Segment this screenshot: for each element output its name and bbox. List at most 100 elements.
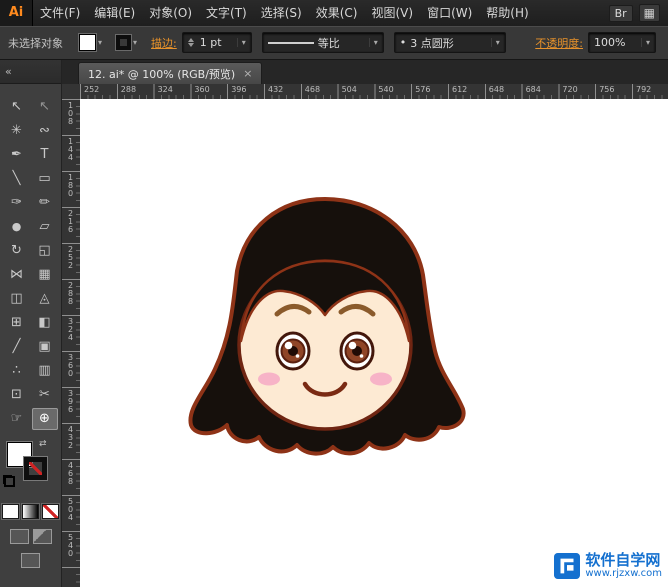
vruler-label: 288 (66, 281, 75, 305)
girl-right-eye[interactable] (341, 333, 373, 369)
horizontal-ruler[interactable]: 2522883243603964324685045405766126486847… (80, 84, 668, 100)
girl-left-blush[interactable] (258, 373, 280, 386)
width-tool[interactable]: ⋈ (4, 264, 30, 286)
menu-file[interactable]: 文件(F) (33, 0, 87, 26)
document-tab[interactable]: 12. ai* @ 100% (RGB/预览) × (78, 62, 262, 84)
direct-selection-tool[interactable]: ↖ (32, 96, 58, 118)
gradient-tool[interactable]: ◧ (32, 312, 58, 334)
artboard-canvas[interactable]: 软件自学网 www.rjzxw.com (80, 99, 668, 587)
paintbrush-tool[interactable]: ✑ (4, 192, 30, 214)
menu-view[interactable]: 视图(V) (364, 0, 420, 26)
tools-panel-collapse-button[interactable]: « (0, 60, 61, 84)
selection-tool[interactable]: ↖ (4, 96, 30, 118)
stroke-dropdown-icon[interactable]: ▾ (133, 38, 137, 47)
eyedropper-tool[interactable]: ╱ (4, 336, 30, 358)
menu-object[interactable]: 对象(O) (142, 0, 199, 26)
free-transform-tool[interactable]: ▦ (32, 264, 58, 286)
hruler-label: 576 (415, 85, 430, 94)
vertical-ruler[interactable]: 108144180216252288324360396432468504540 (62, 99, 81, 587)
brush-dropdown-icon[interactable]: ▾ (491, 38, 500, 47)
color-button[interactable] (2, 504, 19, 519)
menubar: Ai 文件(F) 编辑(E) 对象(O) 文字(T) 选择(S) 效果(C) 视… (0, 0, 668, 27)
fill-swatch-icon[interactable] (79, 34, 96, 51)
opacity-panel-link[interactable]: 不透明度: (535, 35, 583, 51)
stroke-panel-link[interactable]: 描边: (151, 35, 177, 51)
hruler-label: 504 (342, 85, 357, 94)
hruler-label: 252 (84, 85, 99, 94)
symbol-sprayer-tool[interactable]: ∴ (4, 360, 30, 382)
swap-fill-stroke-icon[interactable]: ⇄ (39, 439, 47, 449)
stroke-color-control[interactable]: ▾ (116, 35, 137, 50)
shape-builder-tool[interactable]: ◫ (4, 288, 30, 310)
type-tool[interactable]: T (32, 144, 58, 166)
magic-wand-tool[interactable]: ✳ (4, 120, 30, 142)
fill-dropdown-icon[interactable]: ▾ (98, 38, 102, 47)
hruler-label: 684 (526, 85, 541, 94)
width-profile-dropdown-icon[interactable]: ▾ (369, 38, 378, 47)
hruler-label: 540 (378, 85, 393, 94)
screen-mode-button[interactable] (21, 553, 40, 568)
menu-effect[interactable]: 效果(C) (309, 0, 365, 26)
draw-normal-icon[interactable] (10, 529, 29, 544)
width-profile-value: 等比 (318, 35, 340, 51)
rectangle-tool[interactable]: ▭ (32, 168, 58, 190)
brush-definition-dropdown[interactable]: • 3 点圆形 ▾ (394, 32, 506, 53)
girl-left-eye[interactable] (277, 333, 309, 369)
zoom-tool[interactable]: ⊕ (32, 408, 58, 430)
scale-tool[interactable]: ◱ (32, 240, 58, 262)
hruler-label: 432 (268, 85, 283, 94)
document-tab-bar: 12. ai* @ 100% (RGB/预览) × (62, 60, 668, 85)
eraser-tool[interactable]: ▱ (32, 216, 58, 238)
stroke-weight-field[interactable]: 1 pt ▾ (182, 32, 252, 53)
hruler-label: 756 (599, 85, 614, 94)
vruler-label: 468 (66, 461, 75, 485)
arrange-documents-icon[interactable]: ▦ (639, 4, 660, 22)
none-button[interactable] (42, 504, 59, 519)
gradient-button[interactable] (22, 504, 39, 519)
lasso-tool[interactable]: ∾ (32, 120, 58, 142)
stroke-swatch-icon[interactable] (116, 35, 131, 50)
slice-tool[interactable]: ✂ (32, 384, 58, 406)
column-graph-tool[interactable]: ▥ (32, 360, 58, 382)
menu-type[interactable]: 文字(T) (199, 0, 254, 26)
color-mode-buttons (0, 504, 61, 519)
hruler-label: 288 (121, 85, 136, 94)
blob-brush-tool[interactable]: ● (4, 216, 30, 238)
blend-tool[interactable]: ▣ (32, 336, 58, 358)
hruler-label: 396 (231, 85, 246, 94)
width-profile-dropdown[interactable]: 等比 ▾ (262, 32, 384, 53)
draw-mode-buttons (0, 529, 61, 544)
menu-help[interactable]: 帮助(H) (479, 0, 535, 26)
bridge-button[interactable]: Br (609, 5, 633, 22)
opacity-dropdown-icon[interactable]: ▾ (641, 38, 650, 47)
line-segment-tool[interactable]: ╲ (4, 168, 30, 190)
default-colors-icon[interactable] (3, 475, 15, 487)
menu-select[interactable]: 选择(S) (254, 0, 309, 26)
stroke-color-swatch[interactable] (24, 457, 47, 480)
tools-panel: « ↖ ↖ ✳ ∾ ✒ T ╲ ▭ ✑ ✏ ● ▱ ↻ ◱ ⋈ ▦ ◫ ◬ ⊞ … (0, 60, 62, 587)
tab-close-icon[interactable]: × (243, 67, 252, 80)
draw-behind-icon[interactable] (33, 529, 52, 544)
rjzxw-logo (554, 553, 580, 579)
vruler-label: 252 (66, 245, 75, 269)
fill-color-control[interactable]: ▾ (79, 34, 102, 51)
perspective-grid-tool[interactable]: ◬ (32, 288, 58, 310)
menu-edit[interactable]: 编辑(E) (87, 0, 142, 26)
vruler-label: 180 (66, 173, 75, 197)
vruler-label: 324 (66, 317, 75, 341)
opacity-field[interactable]: 100% ▾ (588, 32, 656, 53)
rotate-tool[interactable]: ↻ (4, 240, 30, 262)
pen-tool[interactable]: ✒ (4, 144, 30, 166)
menu-window[interactable]: 窗口(W) (420, 0, 479, 26)
fill-stroke-swatches: ⇄ (0, 442, 61, 494)
hand-tool[interactable]: ☞ (4, 408, 30, 430)
artboard-tool[interactable]: ⊡ (4, 384, 30, 406)
vruler-label: 108 (66, 101, 75, 125)
hruler-label: 468 (305, 85, 320, 94)
stroke-weight-dropdown-icon[interactable]: ▾ (237, 38, 246, 47)
girl-right-blush[interactable] (370, 373, 392, 386)
stroke-weight-stepper[interactable] (188, 38, 194, 47)
mesh-tool[interactable]: ⊞ (4, 312, 30, 334)
pencil-tool[interactable]: ✏ (32, 192, 58, 214)
hruler-label: 324 (158, 85, 173, 94)
